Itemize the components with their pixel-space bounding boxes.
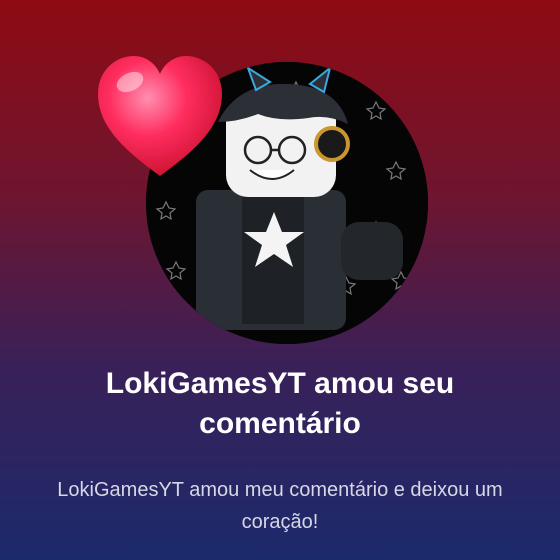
heart-icon bbox=[98, 56, 222, 176]
notification-card: LokiGamesYT amou seu comentário LokiGame… bbox=[0, 0, 560, 560]
notification-message: LokiGamesYT amou meu comentário e deixou… bbox=[57, 479, 503, 533]
notification-title: LokiGamesYT amou seu comentário bbox=[105, 367, 455, 440]
